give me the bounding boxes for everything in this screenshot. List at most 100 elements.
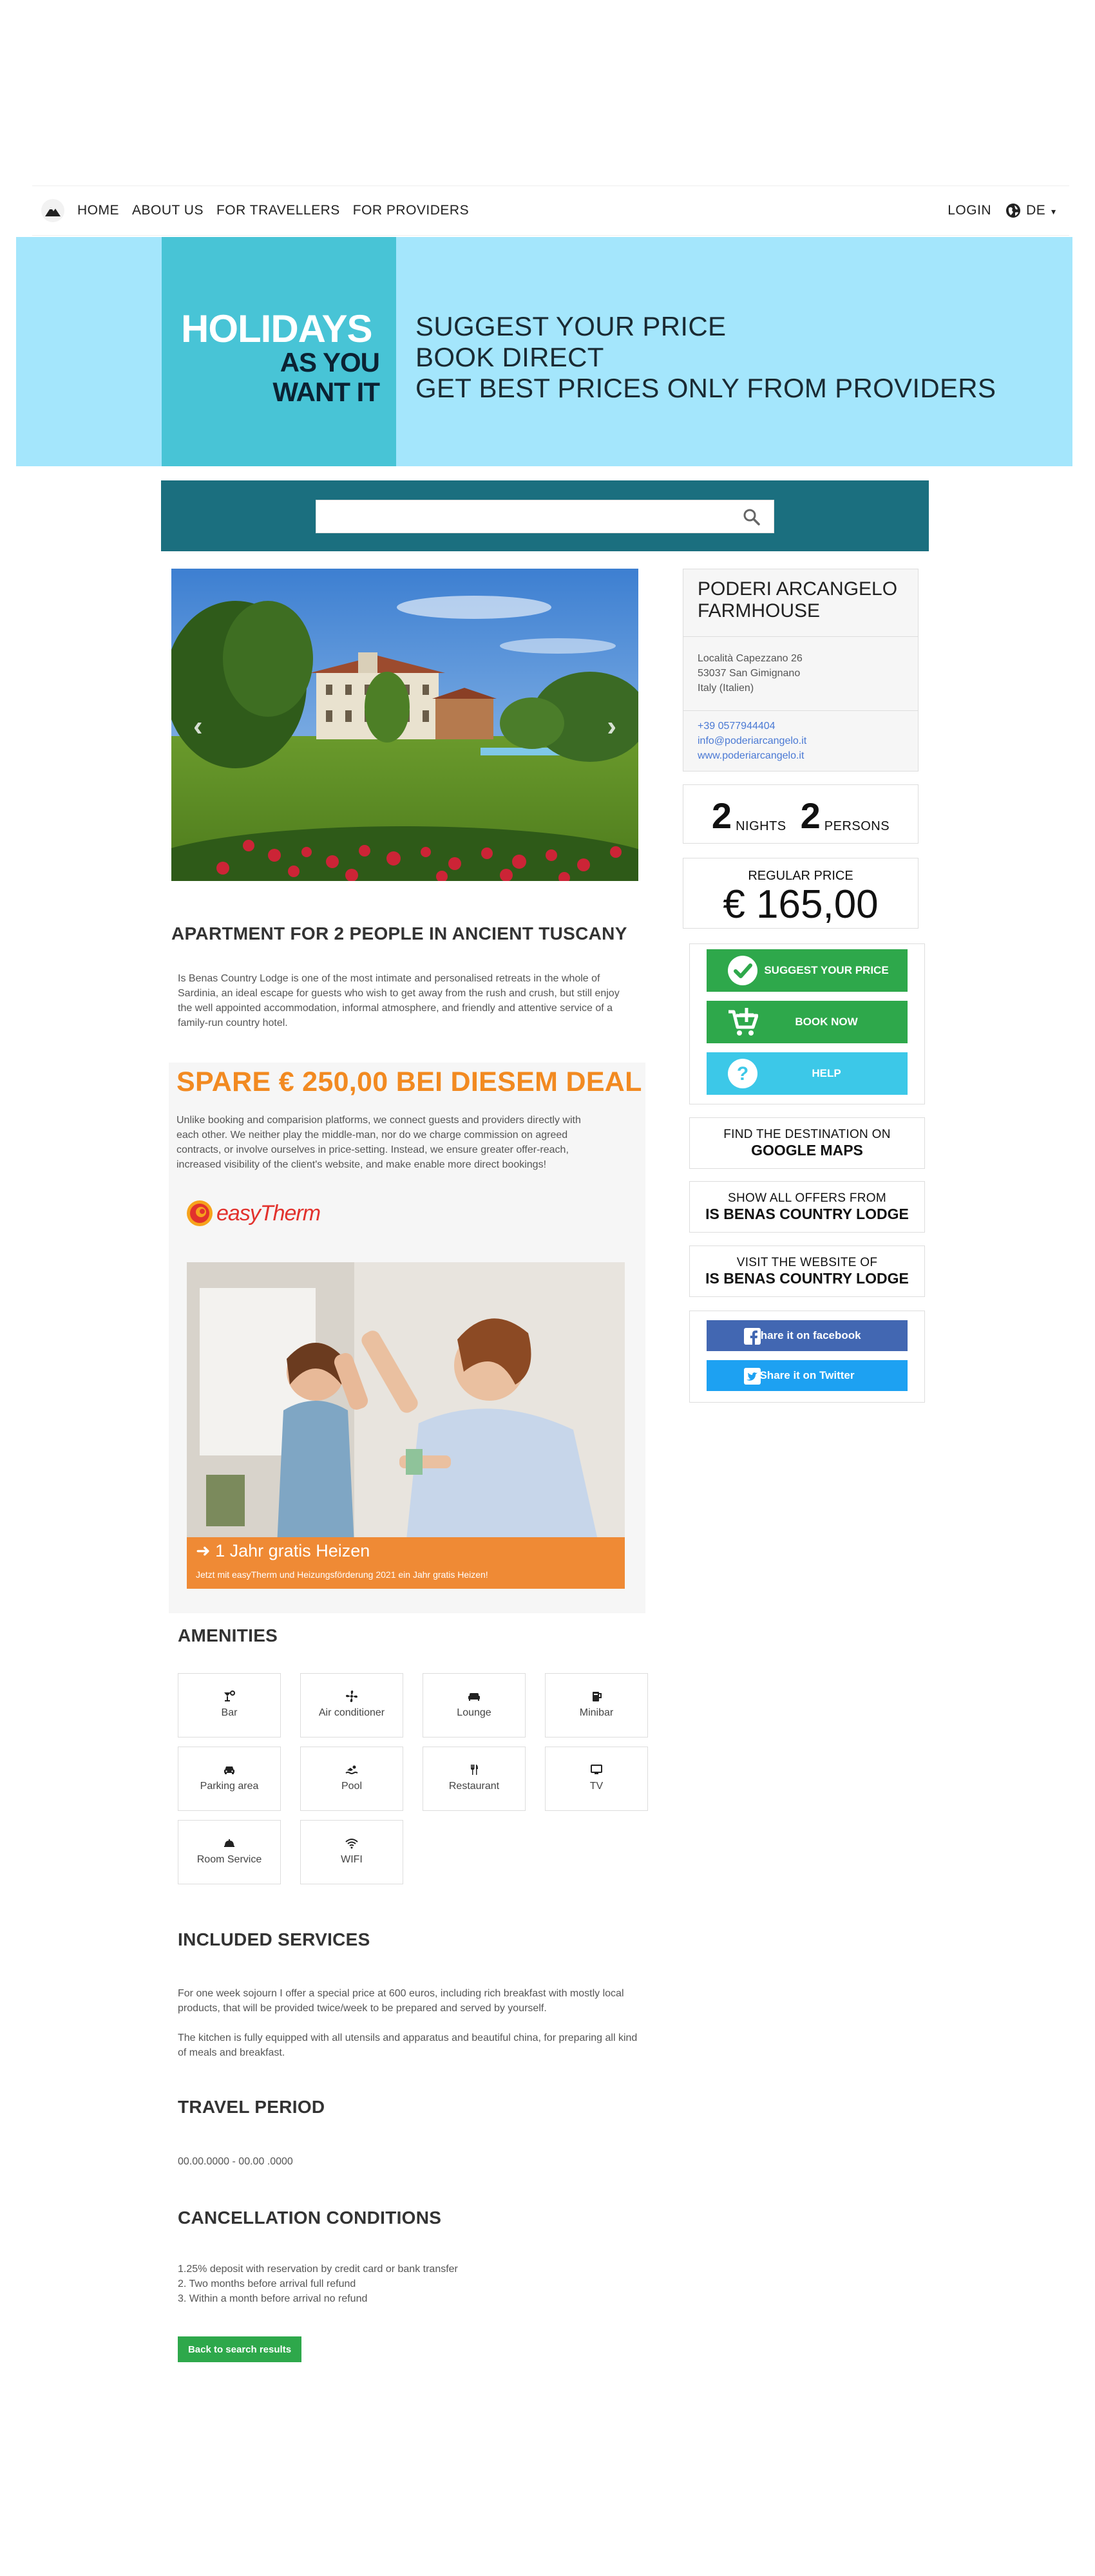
price-label: REGULAR PRICE — [748, 869, 853, 883]
address-street: Località Capezzano 26 — [698, 653, 803, 664]
cart-plus-icon — [728, 1008, 758, 1036]
gallery-next-icon[interactable]: › — [607, 710, 616, 743]
mountain-logo-icon — [45, 207, 61, 216]
provider-address: Località Capezzano 26 53037 San Gimignan… — [683, 637, 918, 711]
caret-down-icon: ▼ — [1049, 207, 1058, 216]
deal-text: Unlike booking and comparision platforms… — [176, 1115, 581, 1170]
maps-link-line1: FIND THE DESTINATION ON — [723, 1127, 891, 1141]
amenity-restaurant-label: Restaurant — [448, 1781, 500, 1792]
cancellation-title: CANCELLATION CONDITIONS — [178, 2208, 442, 2228]
room-service-bell-icon — [224, 1839, 234, 1847]
share-panel: Share it on facebook Share it on Twitter — [689, 1311, 925, 1403]
hero-title-line2-3: AS YOU WANT IT — [272, 347, 380, 407]
ad-banner-title-text: 1 Jahr gratis Heizen — [215, 1541, 370, 1560]
nights-label: NIGHTS — [736, 819, 786, 833]
easytherm-swirl-icon — [187, 1200, 213, 1226]
address-country: Italy (Italien) — [698, 683, 754, 694]
nav-for-providers[interactable]: FOR PROVIDERS — [353, 203, 469, 218]
facebook-icon — [744, 1328, 761, 1345]
amenity-lounge-label: Lounge — [457, 1707, 491, 1718]
fork-knife-icon — [471, 1765, 478, 1775]
svg-text:?: ? — [737, 1063, 748, 1084]
share-facebook-button[interactable]: Share it on facebook — [707, 1320, 908, 1351]
hero-title-line2: AS YOU — [280, 347, 380, 377]
hero-title-line1: HOLIDAYS — [181, 307, 373, 350]
tagline-best-prices: GET BEST PRICES ONLY FROM PROVIDERS — [415, 373, 996, 403]
easytherm-ad-image[interactable] — [187, 1262, 625, 1546]
bar-icon — [224, 1690, 235, 1701]
book-now-button[interactable]: BOOK NOW — [707, 1001, 908, 1043]
deal-box: SPARE € 250,00 BEI DIESEM DEAL Unlike bo… — [169, 1063, 645, 1613]
tagline-suggest: SUGGEST YOUR PRICE — [415, 311, 727, 341]
amenity-pool: Pool — [300, 1747, 403, 1811]
suggest-price-label: SUGGEST YOUR PRICE — [764, 964, 889, 976]
provider-website-link[interactable]: www.poderiarcangelo.it — [698, 748, 904, 763]
gallery-prev-icon[interactable]: ‹ — [193, 710, 203, 743]
sofa-icon — [468, 1693, 480, 1701]
tagline-book: BOOK DIRECT — [415, 342, 604, 372]
search-field — [316, 500, 774, 533]
login-link[interactable]: LOGIN — [947, 203, 991, 218]
ad-banner[interactable]: ➜ 1 Jahr gratis Heizen Jetzt mit easyThe… — [187, 1537, 625, 1589]
cancellation-list: 1.25% deposit with reservation by credit… — [178, 2262, 642, 2306]
amenity-wifi-label: WIFI — [341, 1854, 363, 1865]
included-services-title: INCLUDED SERVICES — [178, 1929, 370, 1949]
help-button[interactable]: ? HELP — [707, 1052, 908, 1095]
search-input[interactable] — [316, 500, 728, 531]
arrow-right-icon: ➜ — [196, 1541, 216, 1560]
easytherm-wordmark: easyTherm — [216, 1200, 321, 1226]
checkmark-circle-icon — [728, 956, 757, 985]
provider-name: PODERI ARCANGELO FARMHOUSE — [683, 569, 918, 637]
amenity-tv: TV — [545, 1747, 648, 1811]
wifi-icon — [345, 1839, 358, 1849]
nav-about-us[interactable]: ABOUT US — [132, 203, 204, 218]
listing-title: APARTMENT FOR 2 PEOPLE IN ANCIENT TUSCAN… — [171, 923, 627, 943]
persons-count: 2 — [800, 795, 821, 836]
listing-description: Is Benas Country Lodge is one of the mos… — [178, 973, 620, 1028]
nav-for-travellers[interactable]: FOR TRAVELLERS — [216, 203, 340, 218]
suggest-price-button[interactable]: SUGGEST YOUR PRICE — [707, 949, 908, 992]
easytherm-logo[interactable]: easyTherm — [186, 1199, 321, 1227]
site-logo[interactable] — [41, 199, 64, 222]
share-twitter-button[interactable]: Share it on Twitter — [707, 1360, 908, 1391]
nav-home[interactable]: HOME — [77, 203, 119, 218]
visit-website-link[interactable]: VISIT THE WEBSITE OF IS BENAS COUNTRY LO… — [689, 1245, 925, 1297]
provider-phone-link[interactable]: +39 0577944404 — [698, 719, 904, 734]
price-value: € 165,00 — [723, 882, 879, 927]
amenities-title: AMENITIES — [178, 1625, 278, 1645]
tv-icon — [591, 1765, 602, 1774]
language-label: DE — [1026, 203, 1046, 218]
address-city: 53037 San Gimignano — [698, 668, 801, 679]
provider-email-link[interactable]: info@poderiarcangelo.it — [698, 734, 904, 748]
amenity-parking-area: Parking area — [178, 1747, 281, 1811]
included-services-text-1: For one week sojourn I offer a special p… — [178, 1988, 624, 2014]
cancellation-line-1: 1.25% deposit with reservation by credit… — [178, 2264, 458, 2275]
cancellation-line-2: 2. Two months before arrival full refund — [178, 2278, 356, 2289]
search-bar — [161, 480, 929, 551]
amenity-room-service: Room Service — [178, 1820, 281, 1884]
back-to-search-button[interactable]: Back to search results — [178, 2336, 301, 2362]
hero-banner: HOLIDAYS AS YOU WANT IT SUGGEST YOUR PRI… — [16, 237, 1072, 466]
amenity-parking-area-label: Parking area — [200, 1781, 259, 1792]
question-circle-icon: ? — [728, 1059, 757, 1088]
photo-gallery[interactable]: ‹ › — [171, 569, 638, 881]
ad-banner-subtitle: Jetzt mit easyTherm und Heizungsförderun… — [196, 1569, 488, 1580]
cancellation-line-3: 3. Within a month before arrival no refu… — [178, 2293, 368, 2304]
language-selector[interactable]: DE ▼ — [1026, 203, 1058, 218]
offers-link-line2: IS BENAS COUNTRY LODGE — [705, 1205, 909, 1222]
deal-title: SPARE € 250,00 BEI DIESEM DEAL — [176, 1066, 642, 1097]
provider-card: PODERI ARCANGELO FARMHOUSE Località Cape… — [683, 569, 919, 772]
nights-count: 2 — [711, 795, 732, 836]
all-offers-link[interactable]: SHOW ALL OFFERS FROM IS BENAS COUNTRY LO… — [689, 1181, 925, 1233]
swimmer-icon — [345, 1765, 358, 1774]
stay-summary: 2 NIGHTS 2 PERSONS — [683, 784, 919, 844]
google-maps-link[interactable]: FIND THE DESTINATION ON GOOGLE MAPS — [689, 1117, 925, 1169]
share-twitter-label: Share it on Twitter — [759, 1369, 855, 1381]
search-icon[interactable] — [743, 508, 761, 526]
ad-photo-mother-daughter — [187, 1262, 625, 1546]
fan-icon — [346, 1690, 357, 1702]
globe-icon — [1006, 204, 1021, 218]
amenity-tv-label: TV — [589, 1781, 604, 1792]
provider-name-line2: FARMHOUSE — [698, 600, 821, 621]
amenity-air-conditioner: Air conditioner — [300, 1673, 403, 1738]
